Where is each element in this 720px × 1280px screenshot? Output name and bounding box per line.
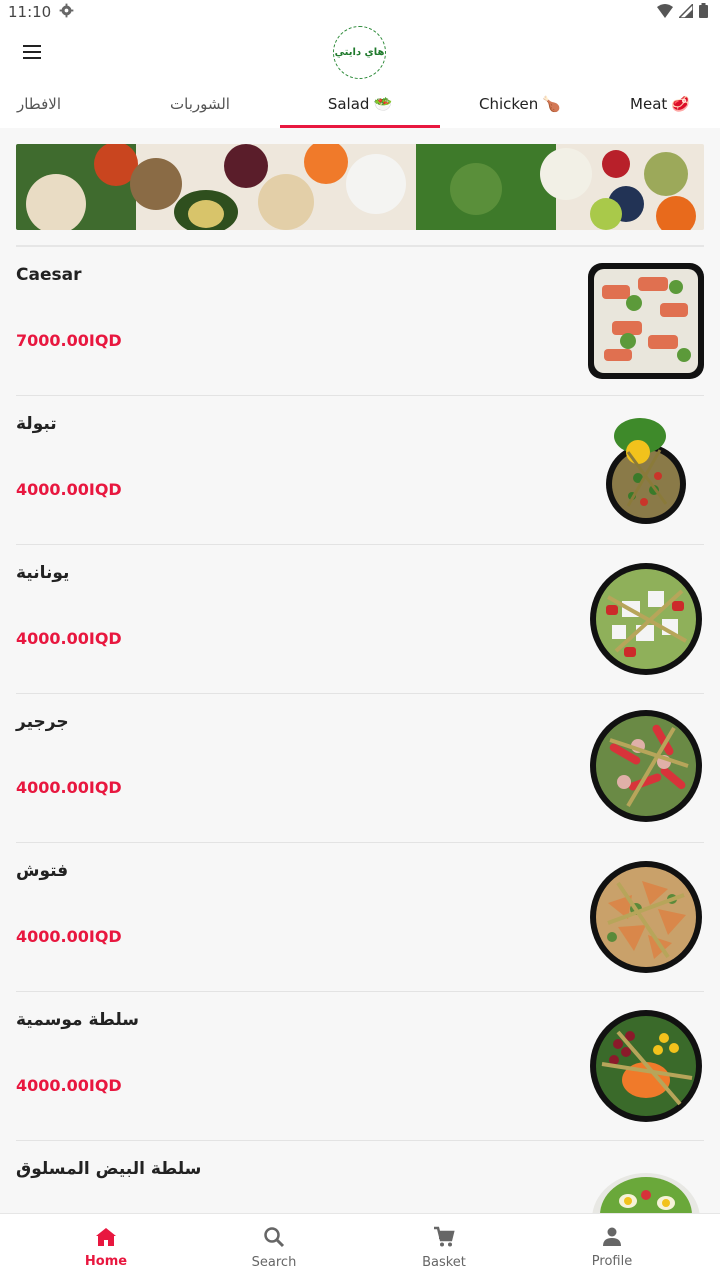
status-time: 11:10 bbox=[8, 3, 52, 21]
tab-label: Meat bbox=[630, 95, 668, 113]
nav-profile[interactable]: Profile bbox=[552, 1214, 672, 1280]
nav-label: Home bbox=[84, 1253, 128, 1269]
wifi-icon bbox=[657, 3, 673, 22]
item-price: 7000.00IQD bbox=[16, 331, 122, 350]
tab-salad[interactable]: Salad 🥗 bbox=[280, 80, 440, 128]
item-name: سلطة البيض المسلوق bbox=[16, 1159, 202, 1179]
item-name: سلطة موسمية bbox=[16, 1010, 139, 1030]
tabbouleh-image bbox=[588, 412, 704, 528]
item-name: جرجير bbox=[16, 712, 69, 732]
nav-home[interactable]: Home bbox=[46, 1214, 166, 1280]
chicken-leg-icon: 🍗 bbox=[542, 95, 561, 113]
tab-meat[interactable]: Meat 🥩 bbox=[600, 80, 720, 128]
battery-icon bbox=[699, 2, 708, 22]
search-icon bbox=[263, 1226, 285, 1252]
logo: هاي دايتي bbox=[333, 26, 386, 79]
signal-icon bbox=[677, 1, 694, 22]
menu-item[interactable]: جرجير 4000.00IQD bbox=[16, 694, 704, 843]
menu-item[interactable]: Caesar 7000.00IQD bbox=[16, 247, 704, 396]
settings-gear-icon bbox=[59, 3, 74, 21]
greek-salad-image bbox=[588, 561, 704, 677]
salad-icon: 🥗 bbox=[373, 95, 393, 113]
menu-item[interactable]: سلطة موسمية 4000.00IQD bbox=[16, 992, 704, 1141]
menu-item[interactable]: تبولة 4000.00IQD bbox=[16, 396, 704, 545]
nav-search[interactable]: Search bbox=[214, 1214, 334, 1280]
tab-label: الشوربات bbox=[170, 95, 230, 113]
menu-item[interactable]: فتوش 4000.00IQD bbox=[16, 843, 704, 992]
nav-label: Search bbox=[251, 1254, 297, 1270]
item-price: 4000.00IQD bbox=[16, 778, 122, 797]
menu-item[interactable]: يونانية 4000.00IQD bbox=[16, 545, 704, 694]
status-bar: 11:10 bbox=[0, 0, 720, 24]
item-name: Caesar bbox=[16, 265, 82, 285]
meat-icon: 🥩 bbox=[671, 95, 690, 113]
person-icon bbox=[601, 1227, 623, 1251]
item-name: تبولة bbox=[16, 414, 57, 434]
tab-breakfast[interactable]: الافطار bbox=[0, 80, 78, 128]
item-name: فتوش bbox=[16, 861, 69, 881]
seasonal-salad-image bbox=[588, 1008, 704, 1124]
tab-label: Salad bbox=[327, 95, 370, 113]
item-price: 4000.00IQD bbox=[16, 1076, 122, 1095]
nav-label: Profile bbox=[591, 1253, 633, 1269]
app-bar: هاي دايتي bbox=[0, 24, 720, 80]
tab-label: Chicken bbox=[479, 95, 539, 113]
tab-label: الافطار bbox=[16, 95, 61, 113]
tab-chicken[interactable]: Chicken 🍗 bbox=[440, 80, 600, 128]
fattoush-image bbox=[588, 859, 704, 975]
item-price: 4000.00IQD bbox=[16, 927, 122, 946]
item-price: 4000.00IQD bbox=[16, 629, 122, 648]
cart-icon bbox=[433, 1226, 455, 1252]
item-price: 4000.00IQD bbox=[16, 480, 122, 499]
category-tabs: الافطار الشوربات Salad 🥗 Chicken 🍗 Meat … bbox=[0, 80, 720, 128]
nav-basket[interactable]: Basket bbox=[384, 1214, 504, 1280]
menu-item-list: Caesar 7000.00IQD تبولة 4000.00IQD يونان… bbox=[0, 247, 720, 1280]
item-name: يونانية bbox=[16, 563, 70, 583]
bottom-navigation: Home Search Basket Profile bbox=[0, 1213, 720, 1280]
nav-label: Basket bbox=[422, 1254, 466, 1270]
caesar-salad-image bbox=[588, 263, 704, 379]
arugula-salad-image bbox=[588, 710, 704, 826]
logo-text: هاي دايتي bbox=[334, 47, 385, 58]
menu-icon[interactable] bbox=[14, 36, 50, 68]
home-icon bbox=[95, 1227, 117, 1251]
tab-soups[interactable]: الشوربات bbox=[120, 80, 280, 128]
tab-indicator bbox=[280, 125, 440, 128]
category-banner bbox=[16, 144, 704, 230]
